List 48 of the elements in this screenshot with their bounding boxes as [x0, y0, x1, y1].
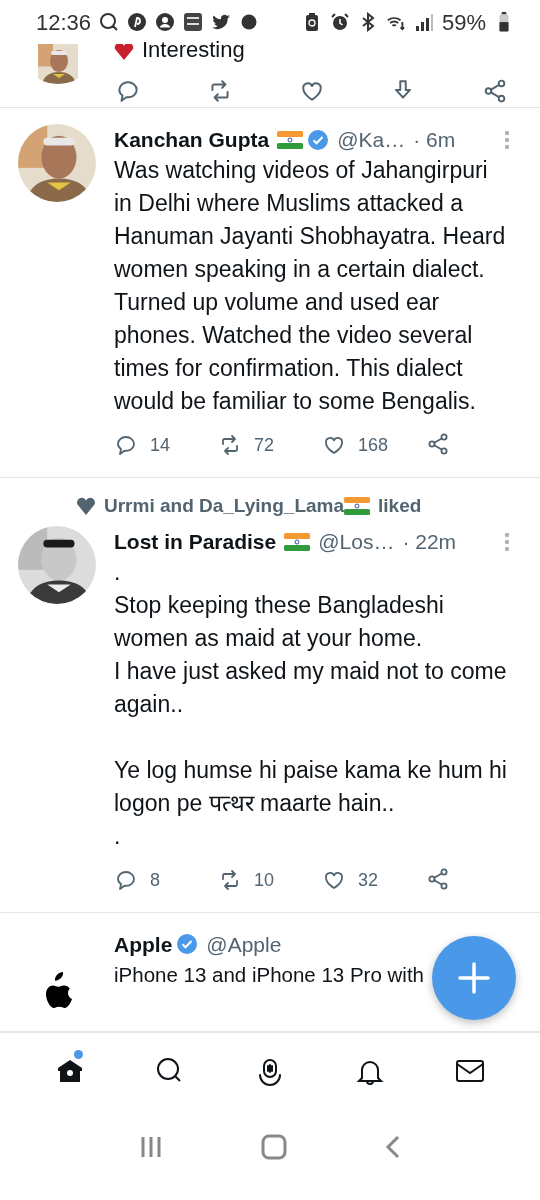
- tweet-time: · 6m: [413, 127, 456, 153]
- flag-icon: [284, 532, 311, 551]
- battery-level: 59%: [441, 8, 486, 37]
- author-handle: @Los…: [318, 529, 395, 555]
- share-icon[interactable]: [426, 431, 450, 456]
- author-name: Apple: [114, 931, 173, 958]
- liked-label: liked: [378, 493, 422, 518]
- flag-icon: [344, 496, 371, 515]
- reply-count: 8: [150, 868, 160, 892]
- search-icon: [99, 12, 120, 32]
- flag-icon: [277, 130, 304, 149]
- author-name: Kanchan Gupta: [114, 127, 270, 153]
- heart-icon: [76, 496, 96, 515]
- tweet-text: iPhone 13 and iPhone 13 Pro with: [114, 962, 424, 988]
- verified-icon: [176, 933, 199, 956]
- back-icon[interactable]: [385, 1134, 401, 1159]
- reply-icon[interactable]: [115, 78, 141, 104]
- share-icon[interactable]: [482, 78, 508, 104]
- author-handle: @Ka…: [337, 127, 406, 153]
- account-icon: [155, 12, 176, 32]
- author-handle: @Apple: [206, 931, 282, 958]
- like-count: 32: [358, 868, 379, 892]
- liked-by-text: Urrmi and Da_Lying_Lama: [104, 493, 345, 518]
- plus-icon[interactable]: [457, 961, 491, 995]
- reply-count: 14: [150, 433, 171, 457]
- tweet-text: Was watching videos of Jahangirpuri in Delhi where Muslims attacked a Hanuman Jayanti Shobhayatra. Heard women speaking in a certain dialect. Turned up volume and used ear phones. Watched the video several times for confirmation. This dialect would be familiar to some Bengalis.: [114, 155, 507, 416]
- share-icon[interactable]: [426, 866, 450, 891]
- verified-icon: [307, 128, 330, 151]
- compose-button[interactable]: [432, 936, 516, 1020]
- signal-icon: [413, 12, 434, 32]
- notification-dot: [74, 1050, 83, 1059]
- retweet-count: 10: [254, 868, 275, 892]
- tweet-text: . Stop keeping these Bangladeshi women as maid at your home. I have just asked my maid not to come again.. Ye log humse hi paise kama ke hum hi logon pe पत्थर maarte hain.. .: [114, 557, 508, 851]
- author-name: Lost in Paradise: [114, 529, 277, 555]
- alarm-icon: [329, 12, 350, 32]
- reply-icon[interactable]: [114, 868, 138, 892]
- round-app-icon: [127, 12, 148, 32]
- like-count: 168: [358, 433, 389, 457]
- retweet-count: 72: [254, 433, 275, 457]
- bird-icon: [211, 12, 232, 32]
- status-time: 12:36: [36, 8, 92, 37]
- heart-icon: [114, 44, 134, 60]
- tweet-text: Interesting: [142, 36, 245, 64]
- reply-icon[interactable]: [114, 433, 138, 457]
- square-app-icon: [183, 12, 204, 32]
- recent-apps-icon[interactable]: [139, 1134, 163, 1159]
- tweet-time: · 22m: [402, 529, 457, 555]
- home-button-icon[interactable]: [261, 1133, 287, 1160]
